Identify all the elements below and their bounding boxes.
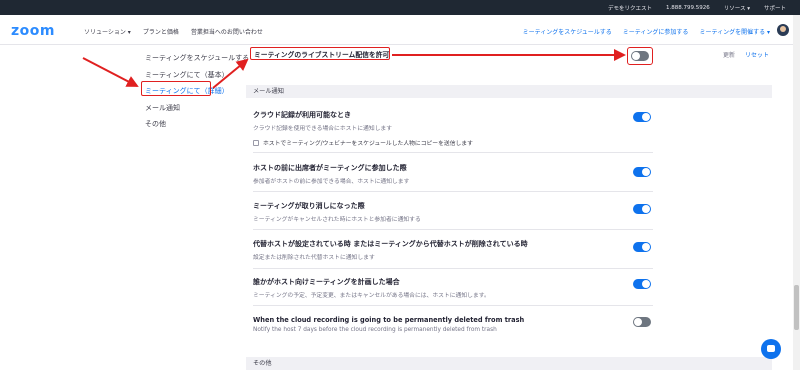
scrollbar-thumb[interactable]	[794, 285, 799, 330]
setting-cloud-recording-available: クラウド記録が利用可能なとき クラウド記録を使用できる場合にホストに通知します …	[253, 110, 633, 147]
sidebar-item-schedule[interactable]: ミーティングをスケジュールする	[145, 50, 249, 67]
chat-icon[interactable]	[761, 339, 781, 359]
livestream-setting-title: ミーティングのライブストリーム配信を許可	[254, 51, 390, 59]
support-link[interactable]: サポート	[764, 4, 786, 12]
join-meeting-link[interactable]: ミーティングに参加する	[623, 27, 689, 36]
top-utility-bar: デモをリクエスト 1.888.799.5926 リソース ▾ サポート	[0, 0, 800, 15]
divider	[253, 191, 653, 192]
divider	[253, 152, 653, 153]
toggle-attendee-joined-before-host[interactable]	[633, 167, 651, 177]
section-header-other: その他	[246, 357, 772, 370]
highlight-box-sidebar	[141, 81, 211, 96]
toggle-cloud-recording-available[interactable]	[633, 112, 651, 122]
setting-description: 設定または削除された代替ホストに通知します	[253, 255, 375, 261]
sidebar-item-other[interactable]: その他	[145, 116, 245, 133]
toggle-scheduled-for-host[interactable]	[633, 279, 651, 289]
divider	[253, 305, 653, 306]
nav-solutions[interactable]: ソリューション ▾	[84, 27, 131, 36]
setting-attendee-joined-before-host: ホストの前に出席者がミーティングに参加した際 参加者がホストの前に参加できる場合…	[253, 163, 633, 185]
toggle-cloud-recording-deletion[interactable]	[633, 317, 651, 327]
livestream-toggle[interactable]	[631, 51, 649, 61]
setting-title: When the cloud recording is going to be …	[253, 316, 525, 324]
setting-title: クラウド記録が利用可能なとき	[253, 111, 351, 119]
setting-meeting-cancelled: ミーティングが取り消しになった際 ミーティングがキャンセルされた時にホストと参加…	[253, 201, 633, 223]
divider	[253, 229, 653, 230]
nav-plans-pricing[interactable]: プランと価格	[143, 27, 179, 36]
checkbox[interactable]	[253, 139, 259, 146]
reset-link[interactable]: リセット	[745, 52, 769, 59]
copy-to-scheduler-option[interactable]: ホストでミーティング/ウェビナーをスケジュールした人物にコピーを送信します	[253, 138, 633, 147]
section-header-email: メール通知	[246, 85, 772, 98]
request-demo-link[interactable]: デモをリクエスト	[608, 4, 652, 12]
setting-title: 代替ホストが設定されている時 またはミーティングから代替ホストが削除されている時	[253, 240, 528, 248]
edit-reset-links: 更新 リセット	[723, 50, 769, 59]
main-header: zoom ソリューション ▾ プランと価格 営業担当へのお問い合わせ ミーティン…	[0, 15, 800, 45]
setting-title: ホストの前に出席者がミーティングに参加した際	[253, 164, 407, 172]
setting-description: Notify the host 7 days before the cloud …	[253, 327, 497, 333]
setting-alternative-host: 代替ホストが設定されている時 またはミーティングから代替ホストが削除されている時…	[253, 239, 633, 261]
avatar[interactable]	[777, 24, 789, 36]
resources-menu[interactable]: リソース ▾	[724, 4, 750, 12]
divider	[253, 268, 653, 269]
setting-scheduled-for-host: 誰かがホスト向けミーティングを計画した場合 ミーティングの予定、予定変更、または…	[253, 277, 633, 299]
checkbox-label: ホストでミーティング/ウェビナーをスケジュールした人物にコピーを送信します	[263, 141, 473, 147]
host-meeting-menu[interactable]: ミーティングを開催する ▾	[699, 27, 770, 36]
edit-link[interactable]: 更新	[723, 52, 735, 59]
setting-cloud-recording-deletion: When the cloud recording is going to be …	[253, 316, 633, 333]
zoom-logo[interactable]: zoom	[11, 23, 55, 39]
annotation-arrows	[82, 49, 626, 89]
sidebar-item-email[interactable]: メール通知	[145, 100, 245, 117]
setting-title: ミーティングが取り消しになった際	[253, 202, 365, 210]
header-actions: ミーティングをスケジュールする ミーティングに参加する ミーティングを開催する …	[523, 27, 770, 36]
setting-description: クラウド記録を使用できる場合にホストに通知します	[253, 126, 393, 132]
setting-description: ミーティングがキャンセルされた時にホストと参加者に通知する	[253, 217, 421, 223]
setting-title: 誰かがホスト向けミーティングを計画した場合	[253, 278, 400, 286]
setting-description: ミーティングの予定、予定変更、またはキャンセルがある場合には、ホストに通知します…	[253, 293, 490, 299]
toggle-alternative-host[interactable]	[633, 242, 651, 252]
page-scrollbar[interactable]	[793, 15, 800, 370]
schedule-meeting-link[interactable]: ミーティングをスケジュールする	[523, 27, 612, 36]
nav-contact-sales[interactable]: 営業担当へのお問い合わせ	[191, 27, 263, 36]
main-nav: ソリューション ▾ プランと価格 営業担当へのお問い合わせ	[84, 27, 263, 36]
phone-number: 1.888.799.5926	[666, 4, 710, 11]
arrow-to-sidebar	[82, 57, 139, 87]
toggle-meeting-cancelled[interactable]	[633, 204, 651, 214]
setting-description: 参加者がホストの前に参加できる場合、ホストに通知します	[253, 179, 410, 185]
